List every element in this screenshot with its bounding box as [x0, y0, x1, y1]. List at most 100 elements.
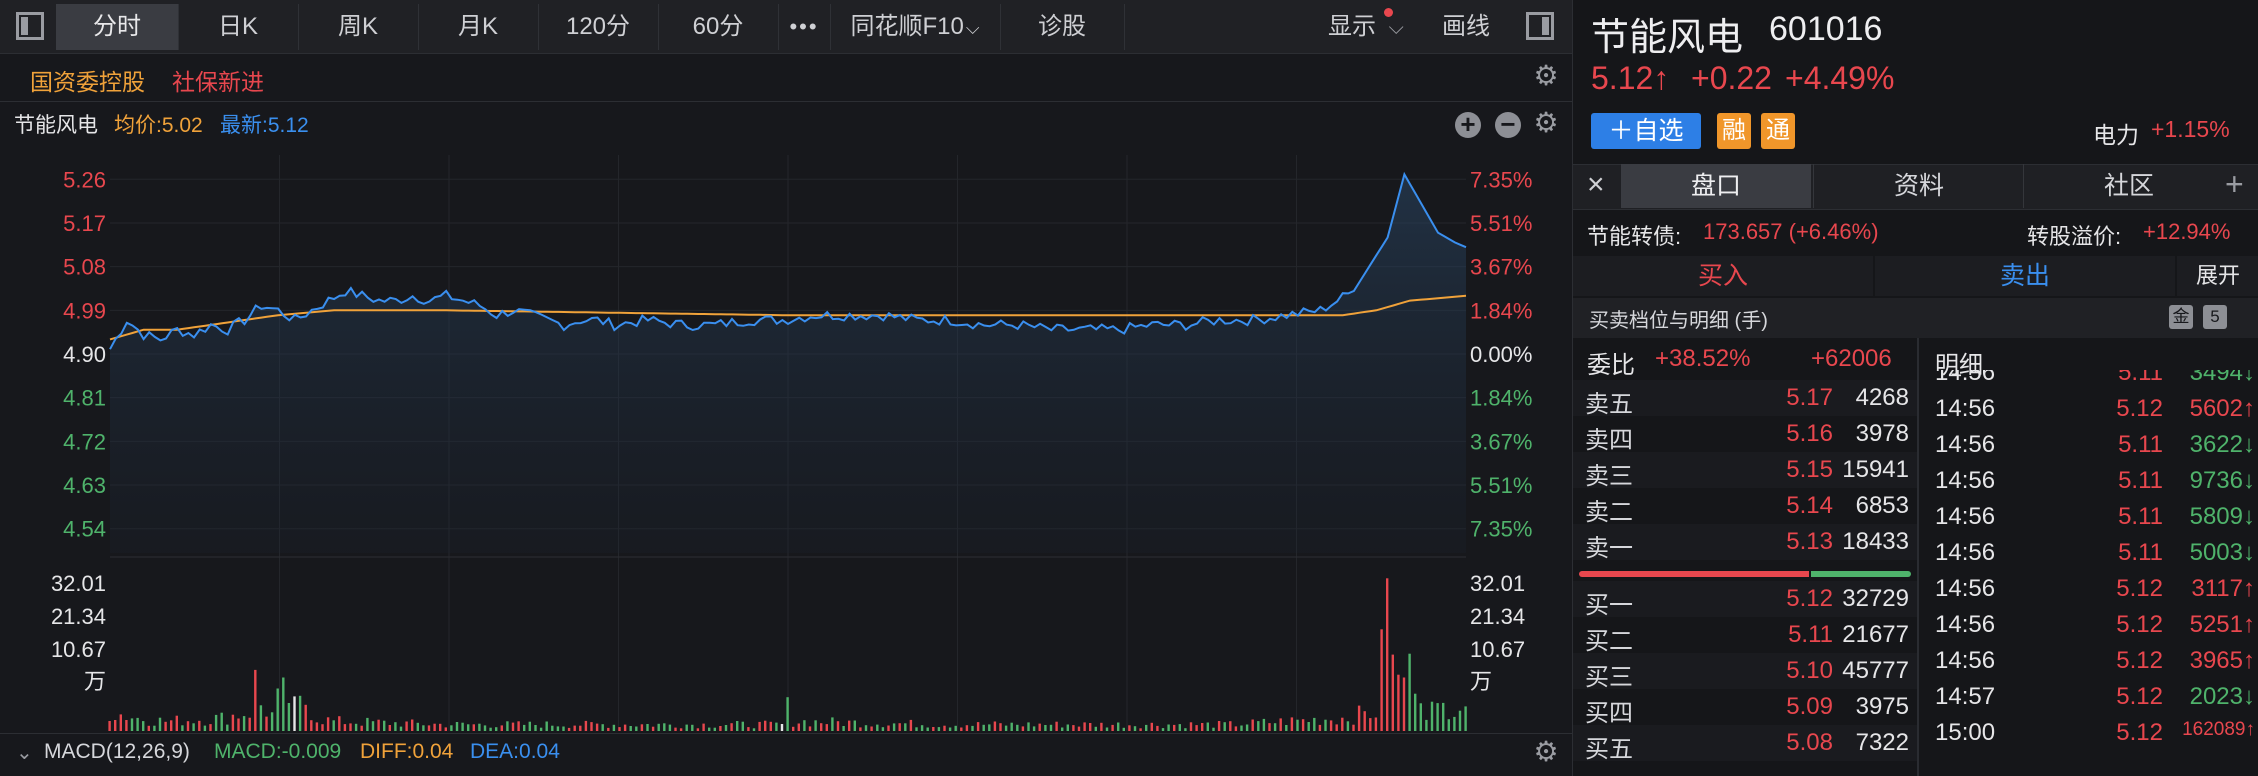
tab-daily-k[interactable]: 日K [178, 4, 299, 50]
expand-button[interactable]: 展开 [2177, 256, 2258, 296]
pct-tick-label: 1.84% [1470, 298, 1532, 323]
volume-bar [231, 714, 235, 731]
level-five-badge[interactable]: 5 [2203, 305, 2227, 329]
volume-bar [1072, 725, 1075, 731]
volume-bar [265, 716, 268, 731]
gear-icon[interactable]: ⚙ [1533, 738, 1559, 766]
more-periods-button[interactable]: ••• [778, 4, 831, 50]
volume-bar [181, 725, 184, 731]
tab-community[interactable]: 社区 [2023, 164, 2234, 208]
price-change-pct: +4.49% [1785, 60, 1895, 96]
volume-bar [119, 714, 122, 731]
tick-price: 5.11 [2118, 370, 2163, 386]
connect-badge[interactable]: 通 [1761, 113, 1795, 149]
volume-bar [1027, 722, 1030, 731]
volume-bar [736, 721, 739, 731]
tag-sasac[interactable]: 国资委控股 [30, 63, 145, 97]
display-menu-button[interactable]: 显示 ⌵ [1328, 4, 1404, 50]
sector-label[interactable]: 电力 [2093, 116, 2139, 150]
volume-bar [831, 717, 834, 731]
volume-bar [411, 719, 414, 731]
tick-row: 14:56 5.11 5809↓ [1923, 500, 2258, 536]
zoom-in-icon[interactable]: + [1455, 111, 1481, 138]
pct-tick-label: 5.51% [1470, 211, 1532, 236]
tick-time: 14:56 [1935, 611, 1996, 638]
tab-f10[interactable]: 同花顺F10 ⌵ [830, 4, 1001, 50]
volume-bar [887, 725, 890, 731]
tick-row: 14:56 5.12 3965↑ [1923, 644, 2258, 680]
volume-bar [1004, 725, 1008, 731]
close-icon[interactable]: × [1587, 168, 1605, 202]
volume-bar [881, 727, 885, 731]
volume-bar [254, 669, 257, 731]
volume-bar [1447, 719, 1450, 731]
volume-bar [1117, 722, 1120, 731]
bond-value[interactable]: 173.657 (+6.46%) [1703, 219, 1879, 245]
tick-price: 5.11 [2118, 503, 2163, 530]
volume-bar [1139, 728, 1142, 731]
price-tick-label: 4.81 [63, 386, 106, 411]
volume-bar [1100, 722, 1103, 731]
volume-bar [1217, 721, 1221, 731]
volume-bar [1346, 721, 1350, 731]
current-price: 5.12↑ [1591, 60, 1670, 96]
tab-120min[interactable]: 120分 [538, 4, 659, 50]
volume-bar [209, 724, 212, 731]
volume-bar [545, 721, 548, 731]
macd-name[interactable]: MACD(12,26,9) [44, 740, 190, 764]
sidebar-toggle-icon[interactable] [16, 12, 44, 40]
volume-bar [1307, 722, 1310, 731]
volume-bar [506, 721, 509, 731]
buy-button[interactable]: 买入 [1573, 256, 1873, 296]
tick-volume: 5003↓ [2189, 539, 2255, 566]
volume-bar [719, 726, 722, 731]
bond-label: 节能转债: [1587, 224, 1682, 249]
volume-bar [825, 724, 828, 731]
tab-order-book[interactable]: 盘口 [1621, 164, 1811, 208]
draw-line-button[interactable]: 画线 [1442, 4, 1490, 50]
volume-bar [988, 724, 991, 731]
tab-60min[interactable]: 60分 [658, 4, 779, 50]
volume-bar [702, 723, 705, 731]
volume-bar [1352, 724, 1355, 731]
volume-bar [1324, 719, 1327, 731]
add-tab-icon[interactable]: + [2225, 166, 2244, 203]
volume-bar [960, 727, 963, 731]
volume-bar [1223, 722, 1226, 731]
volume-bar [1262, 718, 1266, 731]
tag-social-security[interactable]: 社保新进 [172, 63, 264, 97]
tick-row: 14:56 5.12 3117↑ [1923, 572, 2258, 608]
tick-row: 14:56 5.12 5602↑ [1923, 392, 2258, 428]
tab-intraday[interactable]: 分时 [56, 4, 179, 50]
chevron-down-icon: ⌵ [965, 18, 980, 38]
tab-monthly-k[interactable]: 月K [418, 4, 539, 50]
volume-bar [1201, 723, 1204, 731]
collapse-icon[interactable]: ⌄ [16, 740, 33, 765]
add-watchlist-button[interactable]: ＋自选 [1591, 113, 1701, 149]
tab-weekly-k[interactable]: 周K [298, 4, 419, 50]
volume-bar [562, 726, 565, 731]
gear-icon[interactable]: ⚙ [1533, 109, 1559, 137]
panel-toggle-icon[interactable] [1526, 12, 1554, 40]
zoom-out-icon[interactable]: − [1495, 111, 1521, 138]
volume-bar [1464, 706, 1467, 731]
tick-row: 14:56 5.12 5251↑ [1923, 608, 2258, 644]
intraday-chart[interactable]: 5.26 5.17 5.08 4.99 4.90 4.81 4.72 4.63 4.54 7.35… [0, 143, 1572, 733]
sell-button[interactable]: 卖出 [1875, 256, 2175, 296]
tab-diagnosis[interactable]: 诊股 [1000, 4, 1125, 50]
margin-badge[interactable]: 融 [1717, 113, 1751, 149]
volume-bar [1458, 710, 1462, 731]
volume-bar [1391, 654, 1394, 731]
volume-bar [108, 721, 111, 731]
volume-bar [674, 727, 677, 731]
volume-bar [1234, 726, 1238, 731]
gear-icon[interactable]: ⚙ [1533, 62, 1559, 90]
gold-badge[interactable]: 金 [2169, 305, 2193, 329]
tab-profile[interactable]: 资料 [1813, 164, 2024, 208]
volume-bar [321, 724, 324, 731]
weibi-vol: +62006 [1811, 345, 1892, 372]
volume-bar [517, 721, 520, 731]
volume-bar [1419, 703, 1422, 731]
price-tick-label: 5.08 [63, 255, 106, 280]
volume-bar [876, 724, 879, 731]
